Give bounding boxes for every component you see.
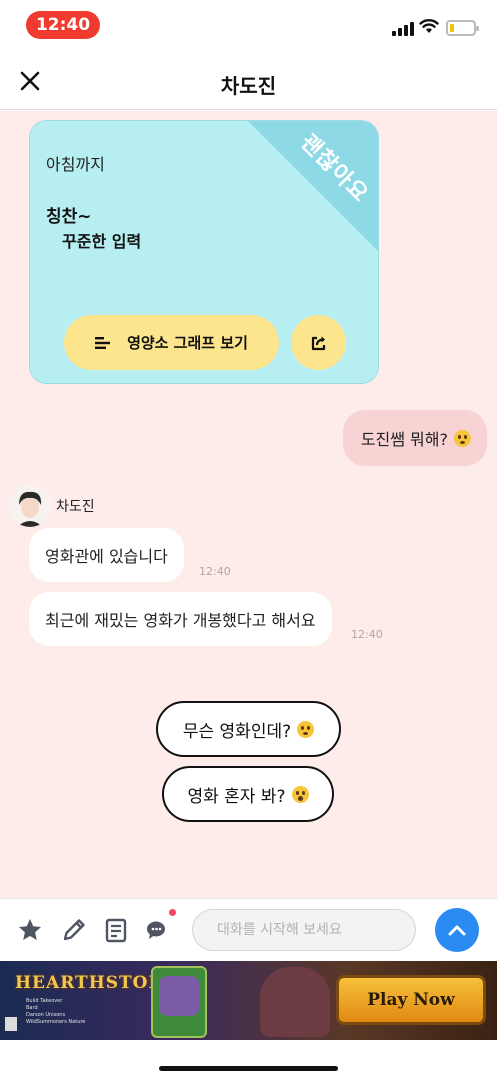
card-praise-text: 칭찬~ [46, 207, 92, 227]
rating-ribbon: 괜찮아요 [248, 121, 378, 251]
quick-reply-button[interactable]: 무슨 영화인데? [156, 701, 341, 757]
nutrient-graph-button[interactable]: 영양소 그래프 보기 [64, 315, 279, 370]
received-message: 최근에 재밌는 영화가 개봉했다고 해서요 [29, 592, 332, 646]
send-button[interactable] [435, 908, 479, 952]
game-character-image [260, 967, 330, 1037]
feedback-card: 괜찮아요 아침까지 칭찬~ 꾸준한 입력 영양소 그래프 보기 [29, 120, 379, 384]
card-intro-text: 아침까지 [46, 155, 105, 174]
star-icon[interactable] [16, 916, 44, 944]
quick-reply-button[interactable]: 영화 혼자 봐? [162, 766, 334, 822]
chat-area[interactable]: 괜찮아요 아침까지 칭찬~ 꾸준한 입력 영양소 그래프 보기 도진쌤 뭐해? [0, 111, 497, 898]
message-timestamp: 12:40 [351, 628, 383, 641]
home-area [0, 1040, 497, 1079]
status-bar: 12:40 [0, 0, 497, 52]
card-detail-text: 꾸준한 입력 [62, 232, 142, 251]
cellular-signal-icon [392, 22, 414, 36]
home-indicator[interactable] [159, 1066, 338, 1071]
checklist-icon[interactable] [102, 916, 130, 944]
age-rating-badge [5, 1017, 17, 1031]
status-time: 12:40 [26, 11, 100, 39]
thinking-emoji-icon [297, 720, 315, 738]
share-icon [311, 336, 325, 350]
ad-fine-print: Build Takeover Bard Darson Unisons WildS… [26, 998, 86, 1025]
chevron-up-icon [448, 925, 466, 936]
notification-dot [169, 909, 176, 916]
message-toolbar [0, 898, 497, 961]
battery-icon [446, 20, 479, 36]
sender-name: 차도진 [56, 499, 95, 515]
message-timestamp: 12:40 [199, 565, 231, 578]
quick-reply-label: 무슨 영화인데? [182, 721, 292, 742]
play-now-button[interactable]: Play Now [336, 975, 486, 1025]
nutrient-graph-label: 영양소 그래프 보기 [127, 334, 248, 352]
chat-bubbles-icon[interactable] [144, 916, 172, 944]
sent-message-text: 도진쌤 뭐해? [360, 430, 448, 449]
message-input[interactable] [192, 909, 416, 951]
ad-banner[interactable]: HEARTHSTONE Build Takeover Bard Darson U… [0, 961, 497, 1040]
chat-header: 차도진 [0, 52, 497, 110]
bar-chart-icon [95, 336, 111, 349]
quick-reply-label: 영화 혼자 봐? [187, 786, 286, 807]
game-card-image [151, 966, 207, 1038]
wifi-icon [419, 19, 439, 33]
sent-message: 도진쌤 뭐해? [342, 410, 487, 466]
share-button[interactable] [291, 315, 346, 370]
smile-emoji-icon [454, 429, 471, 447]
avatar[interactable] [9, 485, 51, 527]
page-title: 차도진 [220, 74, 277, 98]
pencil-icon[interactable] [60, 916, 88, 944]
surprised-emoji-icon [291, 785, 309, 803]
received-message: 영화관에 있습니다 [29, 528, 184, 582]
